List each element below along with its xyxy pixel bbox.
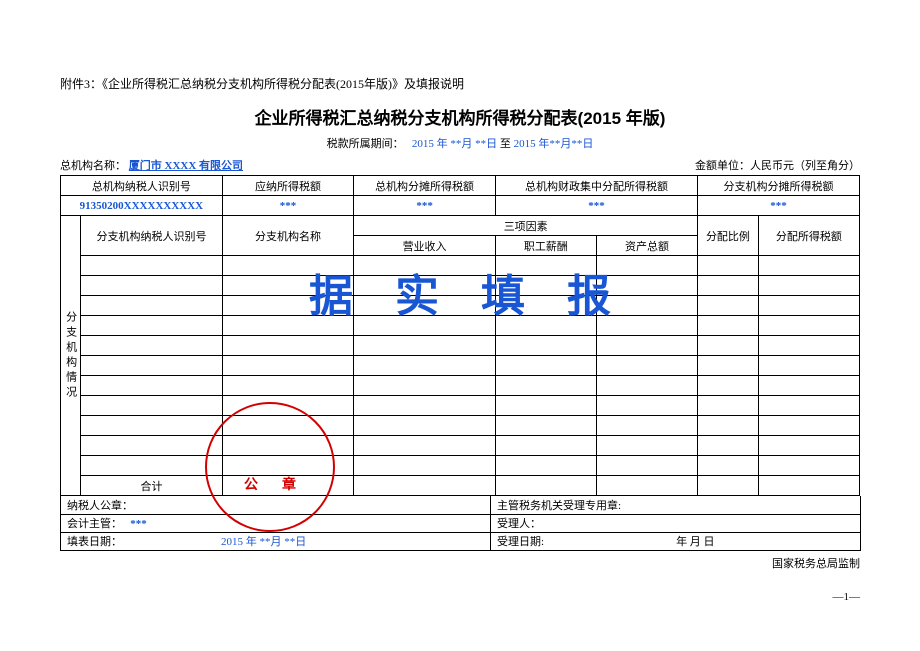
val-alloc-amount: ***	[354, 196, 496, 216]
data-row	[61, 356, 860, 376]
th-revenue: 营业收入	[354, 236, 496, 256]
data-row	[61, 416, 860, 436]
th-three-factors: 三项因素	[354, 216, 698, 236]
th-assets: 资产总额	[596, 236, 697, 256]
total-label: 合计	[81, 476, 223, 496]
data-row	[61, 316, 860, 336]
accountant-val: ***	[130, 518, 147, 530]
data-row	[61, 336, 860, 356]
th-alloc-tax: 分配所得税额	[758, 216, 859, 256]
period-to: 2015 年**月**日	[514, 138, 594, 150]
page-number: —1—	[60, 591, 860, 603]
period-mid: 至	[500, 138, 514, 150]
receiver-cell: 受理人：	[491, 514, 861, 532]
data-row	[61, 256, 860, 276]
tax-period: 税款所属期间： 2015 年 **月 **日 至 2015 年**月**日	[60, 135, 860, 151]
data-row	[61, 456, 860, 476]
org-block: 总机构名称： 厦门市 XXXX 有限公司	[60, 157, 243, 173]
footer-table: 纳税人公章： 主管税务机关受理专用章: 会计主管： *** 受理人： 填表日期：…	[60, 496, 861, 551]
fill-date-val: 2015 年 **月 **日	[221, 536, 306, 548]
th-fiscal-alloc: 总机构财政集中分配所得税额	[495, 176, 697, 196]
accountant-cell: 会计主管： ***	[61, 514, 491, 532]
val-tax-id: 91350200XXXXXXXXXX	[61, 196, 223, 216]
receiver-label: 受理人：	[497, 518, 541, 530]
period-prefix: 税款所属期间：	[327, 138, 404, 150]
period-from: 2015 年 **月 **日	[412, 138, 497, 150]
th-alloc-amount: 总机构分摊所得税额	[354, 176, 496, 196]
th-branch-name: 分支机构名称	[222, 216, 353, 256]
auth-label: 主管税务机关受理专用章:	[497, 500, 621, 512]
branch-section-label: 分支机构情况	[61, 216, 81, 496]
receive-date-cell: 受理日期: 年 月 日	[491, 532, 861, 550]
data-row	[61, 296, 860, 316]
page-title: 企业所得税汇总纳税分支机构所得税分配表(2015 年版)	[60, 104, 860, 129]
org-label: 总机构名称：	[60, 160, 126, 172]
fill-date-label: 填表日期：	[67, 536, 122, 548]
bottom-note: 国家税务总局监制	[60, 555, 860, 571]
data-row	[61, 276, 860, 296]
main-table: 总机构纳税人识别号 应纳所得税额 总机构分摊所得税额 总机构财政集中分配所得税额…	[60, 175, 860, 496]
val-branch-alloc: ***	[698, 196, 860, 216]
total-row: 合计	[61, 476, 860, 496]
th-tax-amount: 应纳所得税额	[222, 176, 353, 196]
th-ratio: 分配比例	[698, 216, 759, 256]
th-branch-alloc: 分支机构分摊所得税额	[698, 176, 860, 196]
data-row	[61, 436, 860, 456]
data-row	[61, 396, 860, 416]
seal-label: 纳税人公章：	[67, 500, 133, 512]
data-row	[61, 376, 860, 396]
receive-date-label: 受理日期:	[497, 536, 544, 548]
seal-cell: 纳税人公章：	[61, 496, 491, 514]
th-branch-id: 分支机构纳税人识别号	[81, 216, 223, 256]
org-name: 厦门市 XXXX 有限公司	[129, 160, 243, 172]
accountant-label: 会计主管：	[67, 518, 122, 530]
val-tax-amount: ***	[222, 196, 353, 216]
th-tax-id: 总机构纳税人识别号	[61, 176, 223, 196]
val-fiscal-alloc: ***	[495, 196, 697, 216]
currency-label: 金额单位：人民币元（列至角分）	[695, 157, 860, 173]
attachment-label: 附件3：《企业所得税汇总纳税分支机构所得税分配表(2015年版)》及填报说明	[60, 75, 860, 92]
th-payroll: 职工薪酬	[495, 236, 596, 256]
auth-cell: 主管税务机关受理专用章:	[491, 496, 861, 514]
fill-date-cell: 填表日期： 2015 年 **月 **日	[61, 532, 491, 550]
receive-date-val: 年 月 日	[676, 536, 715, 548]
